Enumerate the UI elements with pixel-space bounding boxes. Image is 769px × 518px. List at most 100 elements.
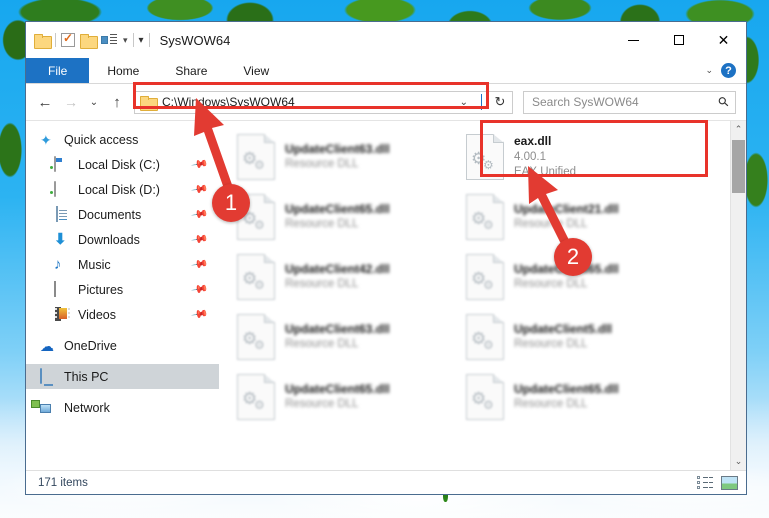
dll-file-icon: ⚙ ⚙ bbox=[466, 254, 504, 300]
scroll-up-button[interactable]: ⌃ bbox=[731, 121, 746, 138]
large-icons-view-icon[interactable] bbox=[721, 475, 738, 490]
up-button[interactable]: ↑ bbox=[106, 94, 128, 111]
item-count-label: 171 items bbox=[38, 476, 88, 489]
sidebar-item-downloads[interactable]: ⬇ Downloads 📌 bbox=[26, 227, 219, 252]
sidebar-item-label: This PC bbox=[64, 369, 109, 384]
sidebar-item-this-pc[interactable]: This PC bbox=[26, 364, 219, 389]
file-item[interactable]: ⚙ ⚙ UpdateClient5.dll Resource DLL bbox=[456, 307, 685, 367]
file-grid: ⚙ ⚙ UpdateClient63.dll Resource DLL ⚙ ⚙ eax.dl… bbox=[227, 127, 746, 427]
folder-icon[interactable] bbox=[34, 33, 52, 49]
tab-view[interactable]: View bbox=[225, 58, 287, 83]
dll-file-icon: ⚙ ⚙ bbox=[466, 194, 504, 240]
navigation-pane[interactable]: ✦ Quick access Local Disk (C:) 📌 Local D… bbox=[26, 121, 219, 470]
file-name: UpdateClient63.dll bbox=[285, 142, 390, 157]
file-item[interactable]: ⚙ ⚙ UpdateClient63.dll Resource DLL bbox=[227, 307, 456, 367]
sidebar-item-quick-access[interactable]: ✦ Quick access bbox=[26, 127, 219, 152]
forward-button[interactable]: → bbox=[60, 94, 82, 110]
address-bar-path: C:\Windows\SysWOW64 bbox=[162, 95, 295, 109]
file-meta-line-1: Resource DLL bbox=[285, 278, 359, 291]
close-button[interactable]: ✕ bbox=[701, 22, 746, 58]
toolbar-divider-3 bbox=[148, 33, 150, 47]
pictures-icon bbox=[54, 280, 70, 298]
drive-icon bbox=[54, 155, 70, 173]
sidebar-item-label: Music bbox=[78, 257, 111, 272]
pin-icon[interactable]: 📌 bbox=[191, 280, 210, 299]
file-item[interactable]: ⚙⚙UpdateClient65.dllResource DLL bbox=[227, 367, 456, 427]
refresh-icon[interactable]: ↻ bbox=[488, 94, 512, 110]
pin-icon[interactable]: 📌 bbox=[191, 205, 210, 224]
file-name: eax.dll bbox=[514, 134, 552, 149]
new-folder-icon[interactable] bbox=[80, 33, 98, 49]
expand-ribbon-icon[interactable]: ⌄ bbox=[705, 65, 713, 76]
details-view-icon[interactable] bbox=[697, 476, 713, 489]
maximize-button[interactable] bbox=[656, 22, 701, 58]
sidebar-item-pictures[interactable]: Pictures 📌 bbox=[26, 277, 219, 302]
dll-file-icon: ⚙ ⚙ bbox=[237, 134, 275, 180]
file-text: UpdateClient63.dll Resource DLL bbox=[285, 141, 390, 173]
navigation-bar: ← → ⌄ ↑ C:\Windows\SysWOW64 ⌄ ↻ Search S… bbox=[26, 84, 746, 120]
pin-icon[interactable]: 📌 bbox=[191, 255, 210, 274]
file-item[interactable]: ⚙⚙UpdateClient65.dllResource DLL bbox=[227, 187, 456, 247]
dll-file-icon: ⚙ ⚙ bbox=[237, 254, 275, 300]
properties-icon[interactable] bbox=[61, 31, 75, 47]
back-button[interactable]: ← bbox=[34, 94, 56, 111]
file-name: UpdateClient42.dll bbox=[285, 262, 390, 277]
sidebar-item-local-disk-d[interactable]: Local Disk (D:) 📌 bbox=[26, 177, 219, 202]
dropdown-arrow-icon[interactable]: ▾ bbox=[139, 35, 144, 46]
this-pc-icon bbox=[40, 367, 56, 385]
sidebar-item-local-disk-c[interactable]: Local Disk (C:) 📌 bbox=[26, 152, 219, 177]
search-box[interactable]: Search SysWOW64 ⚲ bbox=[523, 90, 736, 114]
sidebar-item-label: OneDrive bbox=[64, 338, 117, 353]
file-item[interactable]: ⚙ ⚙ eax.dll 4.00.1 EAX Unified bbox=[456, 127, 685, 187]
file-meta-line-1: 4.00.1 bbox=[514, 150, 546, 163]
title-bar: ▾ ▾ SysWOW64 ✕ bbox=[26, 22, 746, 58]
pin-icon[interactable]: 📌 bbox=[191, 230, 210, 249]
tab-share[interactable]: Share bbox=[157, 58, 225, 83]
annotation-badge-1: 1 bbox=[212, 184, 250, 222]
file-meta-line-1: Resource DLL bbox=[514, 218, 588, 231]
vertical-scrollbar[interactable]: ⌃ ⌄ bbox=[730, 121, 746, 470]
address-chevron-down-icon[interactable]: ⌄ bbox=[460, 97, 475, 108]
file-item[interactable]: ⚙ ⚙ UpdateClient42.dll Resource DLL bbox=[227, 247, 456, 307]
sidebar-item-music[interactable]: ♪ Music 📌 bbox=[26, 252, 219, 277]
sidebar-item-videos[interactable]: Videos 📌 bbox=[26, 302, 219, 327]
minimize-button[interactable] bbox=[611, 22, 656, 58]
file-meta-line-1: Resource DLL bbox=[514, 338, 588, 351]
file-meta-line-1: Resource DLL bbox=[514, 398, 588, 411]
customize-ribbon-icon[interactable] bbox=[101, 33, 117, 47]
chevron-down-icon[interactable]: ▾ bbox=[123, 35, 128, 46]
file-name: UpdateClient65.dll bbox=[285, 202, 390, 217]
file-text: eax.dll 4.00.1 EAX Unified bbox=[514, 133, 576, 180]
scrollbar-thumb[interactable] bbox=[732, 140, 745, 193]
file-list-pane[interactable]: ⚙ ⚙ UpdateClient63.dll Resource DLL ⚙ ⚙ eax.dl… bbox=[219, 121, 746, 470]
pin-icon[interactable]: 📌 bbox=[191, 305, 210, 324]
dll-file-icon: ⚙ ⚙ bbox=[466, 374, 504, 420]
help-icon[interactable]: ? bbox=[721, 63, 736, 78]
search-input[interactable]: Search SysWOW64 bbox=[532, 95, 639, 109]
search-icon[interactable]: ⚲ bbox=[715, 93, 733, 111]
sidebar-item-label: Quick access bbox=[64, 132, 139, 147]
tab-home[interactable]: Home bbox=[89, 58, 157, 83]
recent-locations-button[interactable]: ⌄ bbox=[86, 97, 102, 108]
file-text: UpdateClient21.dll Resource DLL bbox=[514, 201, 619, 233]
file-item[interactable]: ⚙ ⚙ UpdateClient63.dll Resource DLL bbox=[227, 127, 456, 187]
downloads-icon: ⬇ bbox=[54, 230, 67, 248]
drive-icon bbox=[54, 180, 70, 198]
file-text: UpdateClient63.dll Resource DLL bbox=[285, 321, 390, 353]
tab-file[interactable]: File bbox=[26, 58, 90, 83]
file-item[interactable]: ⚙⚙ UpdateClient65.dllResource DLL bbox=[456, 367, 685, 427]
sidebar-item-onedrive[interactable]: ☁ OneDrive bbox=[26, 333, 219, 358]
documents-icon bbox=[54, 205, 70, 223]
sidebar-item-network[interactable]: Network bbox=[26, 395, 219, 420]
address-bar[interactable]: C:\Windows\SysWOW64 ⌄ ↻ bbox=[134, 90, 513, 114]
address-folder-icon bbox=[140, 95, 158, 111]
file-name: UpdateClient65.dll bbox=[514, 382, 619, 397]
scroll-down-button[interactable]: ⌄ bbox=[731, 453, 746, 470]
pin-icon[interactable]: 📌 bbox=[191, 155, 210, 174]
sidebar-item-label: Network bbox=[64, 400, 110, 415]
sidebar-item-label: Local Disk (C:) bbox=[78, 157, 160, 172]
sidebar-item-documents[interactable]: Documents 📌 bbox=[26, 202, 219, 227]
pin-icon[interactable]: 📌 bbox=[191, 180, 210, 199]
file-name: UpdateClient5.dll bbox=[514, 322, 613, 337]
file-text: UpdateClient42.dll Resource DLL bbox=[285, 261, 390, 293]
